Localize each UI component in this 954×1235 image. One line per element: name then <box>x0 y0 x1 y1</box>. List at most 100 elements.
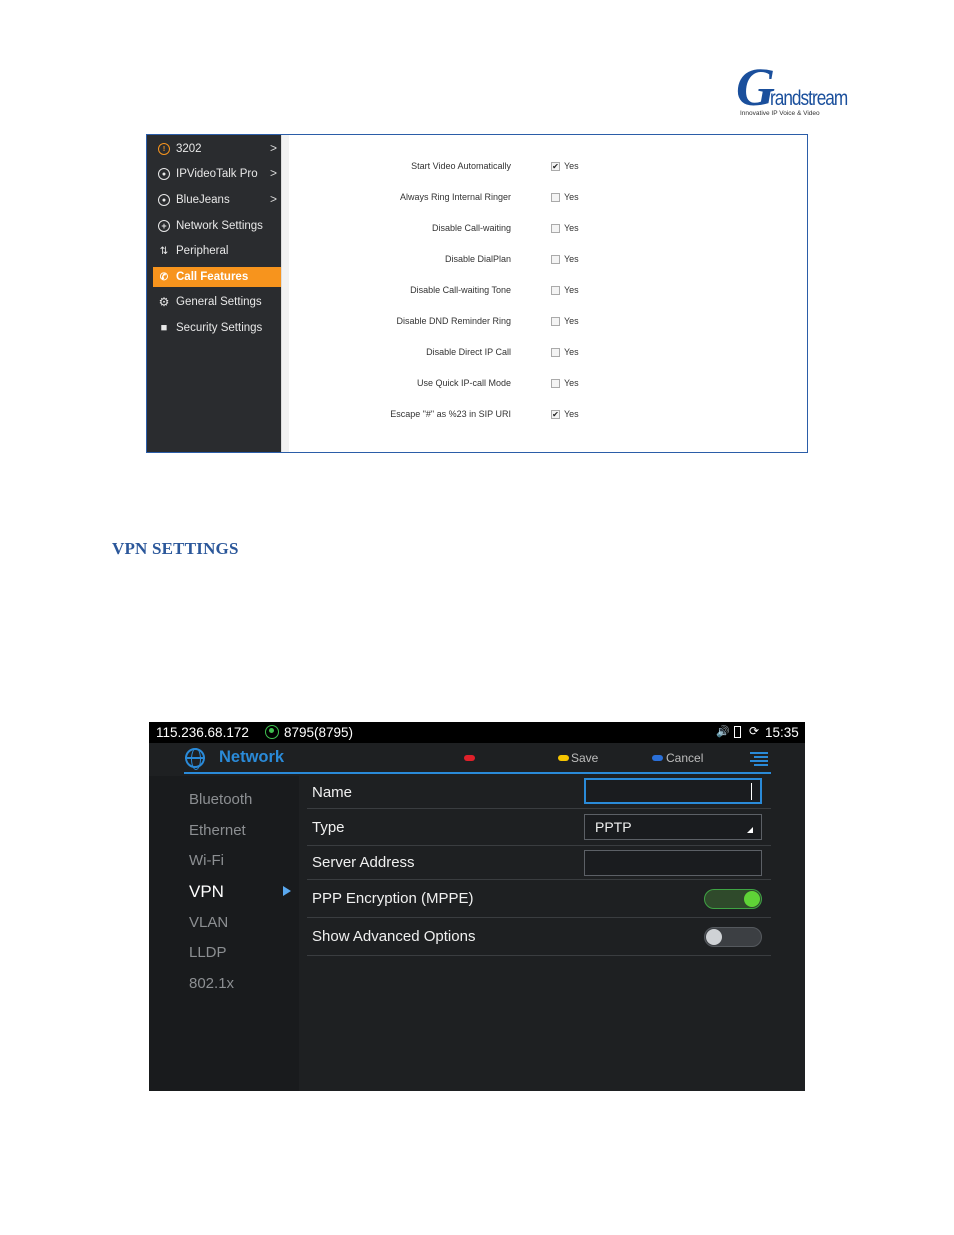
option-checkbox[interactable] <box>551 348 560 357</box>
sidebar-item-label: Peripheral <box>176 245 229 257</box>
account-icon: ● <box>158 194 170 206</box>
toggle-knob <box>744 891 760 907</box>
nav-item-vlan[interactable]: VLAN <box>189 914 228 931</box>
sync-icon: ⟳ <box>749 724 760 738</box>
server-address-input[interactable] <box>584 850 762 876</box>
nav-item-wifi[interactable]: Wi-Fi <box>189 852 224 869</box>
option-label: Disable Direct IP Call <box>426 347 511 357</box>
option-row: Disable DialPlan Yes <box>289 253 807 267</box>
logo-tagline: Innovative IP Voice & Video <box>740 110 820 117</box>
option-label: Disable DialPlan <box>444 254 511 264</box>
section-heading: VPN SETTINGS <box>112 539 239 558</box>
sidebar-item-label: BlueJeans <box>176 194 230 206</box>
option-checkbox[interactable] <box>551 224 560 233</box>
advanced-toggle[interactable] <box>704 927 762 947</box>
option-row: Escape "#" as %23 in SIP URI ✔ Yes <box>289 408 807 422</box>
panel-divider <box>281 135 289 452</box>
option-checkbox[interactable] <box>551 317 560 326</box>
nav-item-lldp[interactable]: LLDP <box>189 944 227 961</box>
nav-item-8021x[interactable]: 802.1x <box>189 975 234 992</box>
sidebar-item-peripheral[interactable]: ⇅ Peripheral <box>153 241 281 261</box>
option-yes: Yes <box>564 316 579 326</box>
option-checkbox[interactable] <box>551 193 560 202</box>
sidebar-item-bluejeans[interactable]: ● BlueJeans > <box>153 190 281 210</box>
sidebar-item-label: 3202 <box>176 143 202 155</box>
cancel-button[interactable]: Cancel <box>666 751 703 765</box>
option-checkbox[interactable] <box>551 255 560 264</box>
type-label: Type <box>312 819 345 836</box>
sidebar-item-ipvideotalk[interactable]: ● IPVideoTalk Pro > <box>153 164 281 184</box>
blue-key-icon <box>652 755 663 761</box>
page-title: Network <box>219 748 285 766</box>
network-header: Network Save Cancel <box>184 743 771 774</box>
option-checkbox[interactable]: ✔ <box>551 162 560 171</box>
option-label: Disable DND Reminder Ring <box>396 316 511 326</box>
option-checkbox[interactable] <box>551 379 560 388</box>
option-yes: Yes <box>564 192 579 202</box>
globe-icon: + <box>158 220 170 232</box>
sidebar-item-label: Security Settings <box>176 322 263 334</box>
advanced-row: Show Advanced Options <box>307 918 771 956</box>
option-yes: Yes <box>564 223 579 233</box>
chevron-right-icon: > <box>269 141 277 155</box>
sidebar-item-call-features[interactable]: ✆ Call Features <box>153 267 281 287</box>
option-label: Escape "#" as %23 in SIP URI <box>390 409 511 419</box>
account-status-icon <box>265 725 279 739</box>
globe-icon <box>185 748 205 770</box>
nav-item-ethernet[interactable]: Ethernet <box>189 822 246 839</box>
sidebar-item-label: Call Features <box>176 271 249 283</box>
mppe-row: PPP Encryption (MPPE) <box>307 880 771 918</box>
option-yes: Yes <box>564 285 579 295</box>
account-number: 8795(8795) <box>284 725 354 740</box>
type-select[interactable]: PPTP <box>584 814 762 840</box>
status-bar: 115.236.68.172 8795(8795) 🔊 ⟳ 15:35 <box>149 722 805 743</box>
type-value: PPTP <box>595 819 632 835</box>
option-yes: Yes <box>564 378 579 388</box>
option-yes: Yes <box>564 161 579 171</box>
dropdown-arrow-icon <box>747 827 753 833</box>
sidebar-item-label: IPVideoTalk Pro <box>176 168 258 180</box>
option-row: Disable DND Reminder Ring Yes <box>289 315 807 329</box>
chevron-right-icon: > <box>269 166 277 180</box>
gear-icon: ⚙ <box>158 295 170 309</box>
save-button[interactable]: Save <box>571 751 598 765</box>
mppe-label: PPP Encryption (MPPE) <box>312 890 474 907</box>
sidebar-item-network-settings[interactable]: + Network Settings <box>153 216 281 236</box>
sidebar-item-label: Network Settings <box>176 220 263 232</box>
option-row: Disable Call-waiting Yes <box>289 222 807 236</box>
advanced-label: Show Advanced Options <box>312 928 476 945</box>
text-caret <box>750 783 752 800</box>
vpn-settings-screenshot: 115.236.68.172 8795(8795) 🔊 ⟳ 15:35 Netw… <box>149 722 805 1091</box>
account-icon: ● <box>158 168 170 180</box>
volume-icon: 🔊 <box>716 726 730 738</box>
nav-item-vpn[interactable]: VPN <box>189 882 224 902</box>
option-yes: Yes <box>564 254 579 264</box>
option-checkbox[interactable] <box>551 286 560 295</box>
settings-sidebar: ! 3202 > ● IPVideoTalk Pro > ● BlueJeans… <box>147 135 281 452</box>
server-label: Server Address <box>312 854 415 871</box>
option-yes: Yes <box>564 409 579 419</box>
nav-item-bluetooth[interactable]: Bluetooth <box>189 791 252 808</box>
clock: 15:35 <box>765 725 799 740</box>
logo-word: randstream <box>770 87 848 110</box>
selected-arrow-icon <box>283 886 291 896</box>
sidebar-item-label: General Settings <box>176 296 262 308</box>
red-key-icon <box>464 755 475 761</box>
toggle-knob <box>706 929 722 945</box>
peripheral-icon: ⇅ <box>159 245 169 257</box>
sidebar-item-general-settings[interactable]: ⚙ General Settings <box>153 292 281 312</box>
account-icon: ! <box>158 143 170 155</box>
option-label: Disable Call-waiting Tone <box>410 285 511 295</box>
option-row: Use Quick IP-call Mode Yes <box>289 377 807 391</box>
menu-icon[interactable] <box>750 752 768 766</box>
sidebar-item-3202[interactable]: ! 3202 > <box>153 139 281 159</box>
sidebar-item-security-settings[interactable]: ■ Security Settings <box>153 318 281 338</box>
option-row: Disable Direct IP Call Yes <box>289 346 807 360</box>
mppe-toggle[interactable] <box>704 889 762 909</box>
option-row: Disable Call-waiting Tone Yes <box>289 284 807 298</box>
option-checkbox[interactable]: ✔ <box>551 410 560 419</box>
option-label: Use Quick IP-call Mode <box>416 378 511 388</box>
battery-icon <box>734 726 741 738</box>
option-label: Disable Call-waiting <box>431 223 511 233</box>
name-input[interactable] <box>584 778 762 804</box>
